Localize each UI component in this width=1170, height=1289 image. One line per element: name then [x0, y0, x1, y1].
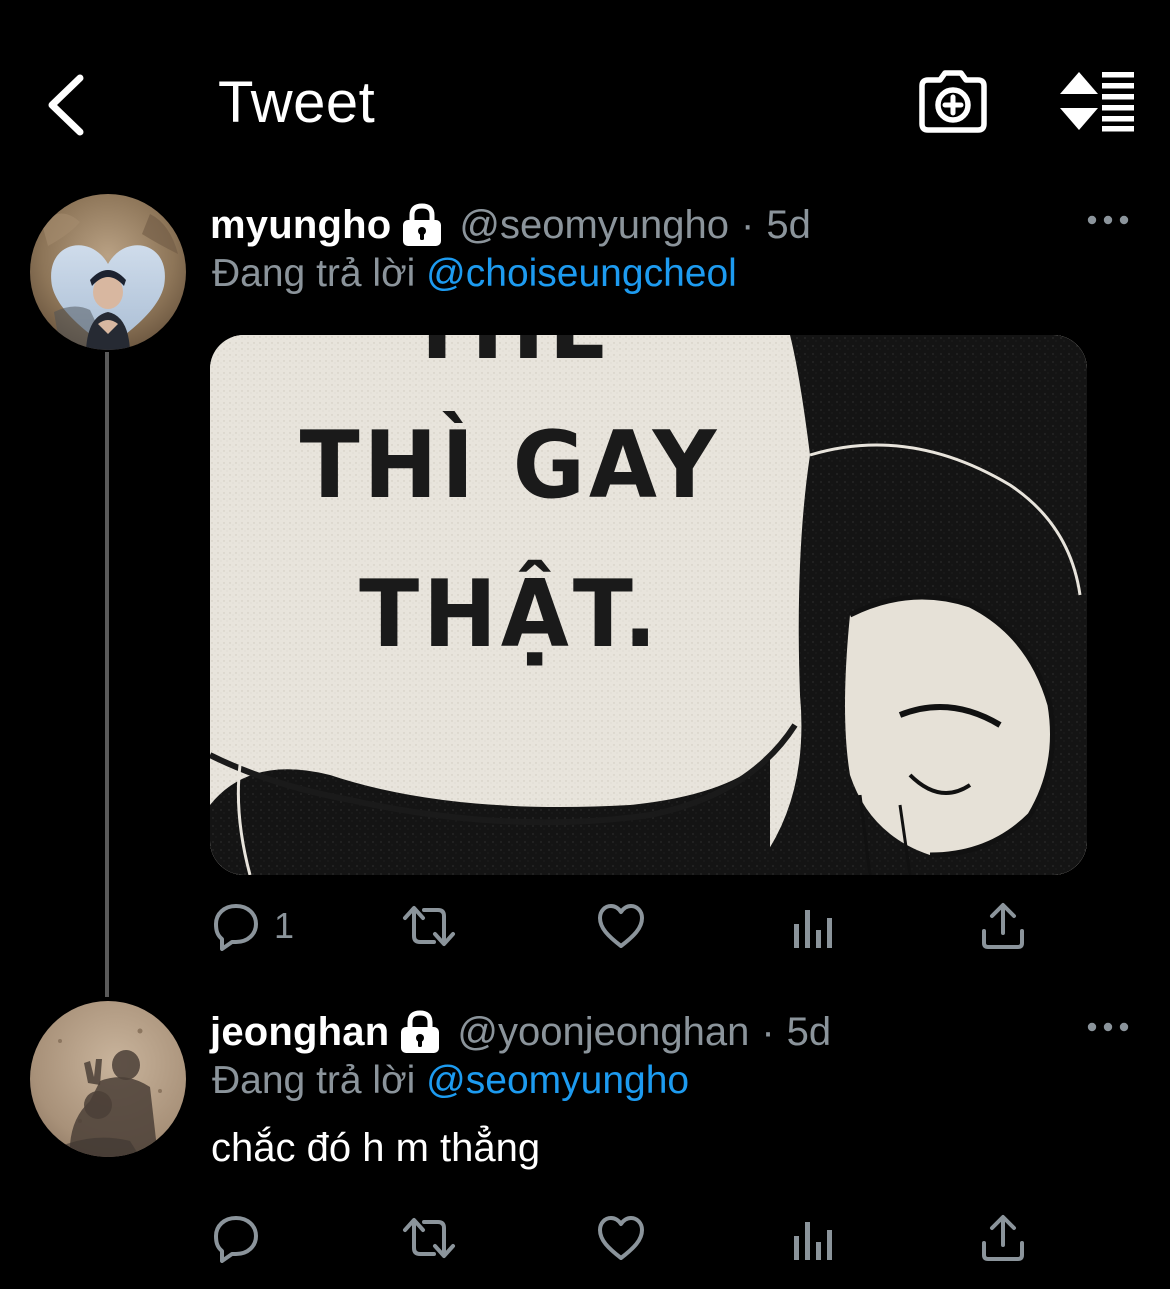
replying-to: Đang trả lời @seomyungho [212, 1055, 689, 1107]
avatar[interactable] [30, 1001, 186, 1157]
more-options-button[interactable] [1084, 1015, 1132, 1039]
page-title: Tweet [218, 70, 376, 135]
reply-button[interactable]: 1 [212, 898, 294, 954]
tweet-header: myungho @seomyungho · 5d [210, 199, 811, 251]
sort-replies-button[interactable] [1058, 70, 1138, 132]
display-name[interactable]: myungho [210, 199, 391, 251]
more-horizontal-icon [1087, 1022, 1129, 1032]
share-icon [982, 903, 1024, 949]
analytics-icon [794, 1222, 832, 1260]
replying-to-label: Đang trả lời [212, 252, 416, 295]
timestamp[interactable]: 5d [766, 199, 811, 251]
user-handle[interactable]: @yoonjeonghan [457, 1006, 749, 1058]
lock-icon [403, 203, 442, 246]
lock-icon [401, 1010, 440, 1053]
reply-count: 1 [274, 905, 295, 946]
avatar[interactable] [30, 194, 186, 350]
tweet-actions: 1 [210, 898, 1050, 958]
tweet-actions [210, 1210, 1050, 1270]
share-button[interactable] [980, 1210, 1026, 1266]
user-handle[interactable]: @seomyungho [459, 199, 729, 251]
tweet-text: chắc đó h m thẳng [211, 1126, 541, 1170]
heart-icon [598, 1216, 644, 1260]
comment-icon [214, 904, 258, 951]
separator-dot: · [761, 1010, 775, 1054]
retweet-button[interactable] [400, 898, 458, 954]
mention-link[interactable]: @choiseungcheol [426, 252, 737, 295]
camera-plus-icon [919, 70, 987, 133]
analytics-button[interactable] [792, 898, 834, 954]
replying-to: Đang trả lời @choiseungcheol [212, 248, 737, 300]
separator-dot: · [741, 203, 755, 247]
mention-link[interactable]: @seomyungho [426, 1059, 689, 1102]
replying-to-label: Đang trả lời [212, 1059, 416, 1102]
more-options-button[interactable] [1084, 208, 1132, 232]
timestamp[interactable]: 5d [787, 1006, 832, 1058]
like-button[interactable] [596, 898, 646, 954]
heart-icon [598, 904, 644, 948]
retweet-icon [403, 906, 455, 946]
chevron-left-icon [48, 74, 84, 136]
back-button[interactable] [40, 70, 100, 140]
display-name[interactable]: jeonghan [210, 1006, 389, 1058]
tweet-header: jeonghan @yoonjeonghan · 5d [210, 1006, 831, 1058]
top-bar: Tweet [0, 0, 1170, 190]
share-icon [982, 1215, 1024, 1261]
more-horizontal-icon [1087, 215, 1129, 225]
tweet-image[interactable]: THE THÌ GAY THẬT. [210, 335, 1087, 875]
manga-caption: THE THÌ GAY THẬT. [210, 335, 810, 677]
manga-line: THẬT. [359, 559, 661, 668]
manga-line: THÌ GAY [299, 410, 721, 519]
retweet-icon [403, 1218, 455, 1258]
manga-line: THE [210, 335, 810, 390]
share-button[interactable] [980, 898, 1026, 954]
sort-list-icon [1060, 72, 1134, 132]
retweet-button[interactable] [400, 1210, 458, 1266]
reply-button[interactable] [212, 1210, 260, 1266]
analytics-icon [794, 910, 832, 948]
analytics-button[interactable] [792, 1210, 834, 1266]
comment-icon [214, 1216, 258, 1263]
thread-connector [105, 352, 109, 997]
like-button[interactable] [596, 1210, 646, 1266]
camera-button[interactable] [918, 70, 988, 134]
